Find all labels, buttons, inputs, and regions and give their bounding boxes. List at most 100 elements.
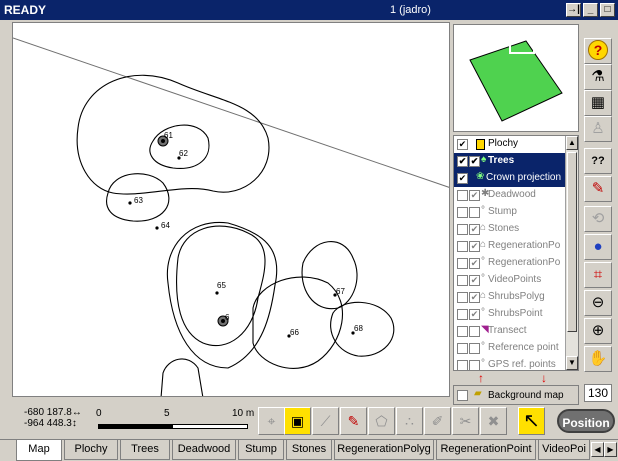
tab-scroll-right-icon[interactable]: ▶: [604, 442, 617, 457]
polygon-icon[interactable]: ⬠: [368, 407, 395, 435]
scroll-up-arrow[interactable]: ▲: [566, 136, 578, 150]
y-coordinate: -964 448.3↕: [24, 418, 77, 429]
layer-item-trees[interactable]: ✔ ✔ ♠ Trees: [454, 153, 567, 170]
scroll-thumb[interactable]: [567, 152, 577, 332]
zoom-extent-icon[interactable]: ⌗: [584, 262, 612, 288]
edit-icon[interactable]: ✐: [424, 407, 451, 435]
layer-item-reference[interactable]: ° Reference point: [454, 340, 567, 357]
layer-checkbox[interactable]: ✔: [457, 173, 468, 184]
layer-label: Stump: [488, 206, 517, 217]
monitor-icon[interactable]: ▣: [284, 407, 311, 435]
point-layer-icon: °: [481, 256, 485, 267]
tree-label: 65: [217, 281, 226, 290]
measure-icon[interactable]: ⟋: [312, 407, 339, 435]
help-icon[interactable]: ?: [584, 38, 612, 64]
points-icon[interactable]: ∴: [396, 407, 423, 435]
tree-marker: [128, 201, 132, 205]
table-icon[interactable]: ▦: [584, 90, 612, 116]
layer-label: GPS ref. points: [488, 359, 556, 370]
pin-button[interactable]: →|: [566, 3, 581, 17]
rotate-icon[interactable]: ⟲: [584, 206, 612, 232]
tab-regeneration-polyg[interactable]: RegenerationPolyg: [334, 440, 434, 460]
tab-scroll-left-icon[interactable]: ◀: [591, 442, 604, 457]
globe-icon[interactable]: ●: [584, 234, 612, 260]
scroll-down-arrow[interactable]: ▼: [566, 356, 578, 370]
hand-icon[interactable]: ✋: [584, 346, 612, 372]
background-map-label: Background map: [488, 390, 564, 401]
layer-item-plochy[interactable]: ✔ Plochy: [454, 136, 567, 153]
layer-item-deadwood[interactable]: ✔ ✱ Deadwood: [454, 187, 567, 204]
layer-item-crown[interactable]: ✔ ❀ Crown projection: [454, 170, 567, 187]
layer-checkbox[interactable]: ✔: [469, 156, 480, 167]
tree-label: 63: [134, 196, 143, 205]
gps-icon[interactable]: ⌖: [258, 407, 285, 435]
layer-item-shrubspoint[interactable]: ✔ ° ShrubsPoint: [454, 306, 567, 323]
layer-item-transect[interactable]: ◥ Transect: [454, 323, 567, 340]
zoom-level: 130: [584, 384, 612, 402]
layer-label: Crown projection: [486, 172, 562, 183]
tree-label: 68: [354, 324, 363, 333]
point-layer-icon: °: [481, 307, 485, 318]
map-canvas[interactable]: 61 62 63 64 65 6 66 67 68: [12, 22, 450, 397]
layer-checkbox[interactable]: ✔: [457, 139, 468, 150]
folder-icon: ▰: [474, 388, 482, 399]
scale-label-0: 0: [96, 408, 102, 419]
up-arrow-icon[interactable]: ↑: [478, 371, 484, 385]
x-coordinate: -680 187.8↔: [24, 407, 82, 418]
maximize-button[interactable]: □: [600, 3, 615, 17]
down-arrow-icon[interactable]: ↓: [541, 371, 547, 385]
query-icon[interactable]: ??: [584, 148, 612, 174]
tree-label: 6: [225, 313, 230, 322]
layer-label: ShrubsPolyg: [488, 291, 545, 302]
crown-layer-icon: ❀: [476, 171, 485, 182]
overview-map[interactable]: [453, 24, 579, 132]
tab-stones[interactable]: Stones: [286, 440, 332, 460]
tab-regeneration-point[interactable]: RegenerationPoint: [436, 440, 536, 460]
crown-polygon: [301, 241, 358, 310]
tab-videopoints[interactable]: VideoPoi: [538, 440, 590, 460]
layer-item-stones[interactable]: ✔ ⌂ Stones: [454, 221, 567, 238]
trees-layer: [128, 135, 355, 338]
position-button[interactable]: Position: [557, 409, 615, 433]
crown-polygon: [166, 221, 278, 369]
context-label: 1 (jadro): [390, 4, 431, 16]
polygon-layer-icon: [476, 139, 485, 150]
tab-plochy[interactable]: Plochy: [64, 440, 118, 460]
layer-label: Transect: [488, 325, 527, 336]
tools-icon[interactable]: ⚗: [584, 64, 612, 90]
crown-polygon: [160, 358, 204, 396]
layer-list[interactable]: ✔ Plochy ✔ ✔ ♠ Trees ✔ ❀ Crown projectio…: [453, 135, 579, 371]
layer-item-videopoints[interactable]: ✔ ° VideoPoints: [454, 272, 567, 289]
delete-icon[interactable]: ✖: [480, 407, 507, 435]
tab-trees[interactable]: Trees: [120, 440, 170, 460]
arrow-cursor-icon[interactable]: ↖: [518, 407, 545, 435]
tab-stump[interactable]: Stump: [238, 440, 284, 460]
tree-label: 64: [161, 221, 170, 230]
scale-bar-segment: [98, 424, 173, 429]
layer-scrollbar[interactable]: ▲ ▼: [565, 136, 578, 370]
zoom-out-icon[interactable]: ⊖: [584, 290, 612, 316]
crown-polygon: [149, 124, 210, 169]
select-tool-icon[interactable]: ✎: [584, 176, 612, 202]
point-layer-icon: °: [481, 205, 485, 216]
background-map-row[interactable]: ▰ Background map: [453, 385, 579, 405]
background-map-checkbox[interactable]: [457, 390, 468, 401]
layer-item-shrubspolyg[interactable]: ✔ ⌂ ShrubsPolyg: [454, 289, 567, 306]
tab-map[interactable]: Map: [16, 440, 62, 461]
layer-item-gps[interactable]: ° GPS ref. points: [454, 357, 567, 370]
overview-svg: [469, 34, 563, 122]
minimize-button[interactable]: _: [583, 3, 598, 17]
layer-checkbox[interactable]: ✔: [457, 156, 468, 167]
layer-item-regen-point[interactable]: ✔ ° RegenerationPo: [454, 255, 567, 272]
zoom-in-icon[interactable]: ⊕: [584, 318, 612, 344]
layer-item-regen-polyg[interactable]: ✔ ⌂ RegenerationPo: [454, 238, 567, 255]
person-icon[interactable]: ♙: [584, 116, 612, 142]
tab-deadwood[interactable]: Deadwood: [172, 440, 236, 460]
layer-label: Trees: [488, 155, 515, 166]
layer-item-stump[interactable]: ° Stump: [454, 204, 567, 221]
point-layer-icon: °: [481, 341, 485, 352]
draw-line-icon[interactable]: ✎: [340, 407, 367, 435]
polygon-layer-icon: ⌂: [480, 290, 487, 301]
scale-bar: 0 5 10 m: [96, 408, 256, 434]
cut-icon[interactable]: ✂: [452, 407, 479, 435]
